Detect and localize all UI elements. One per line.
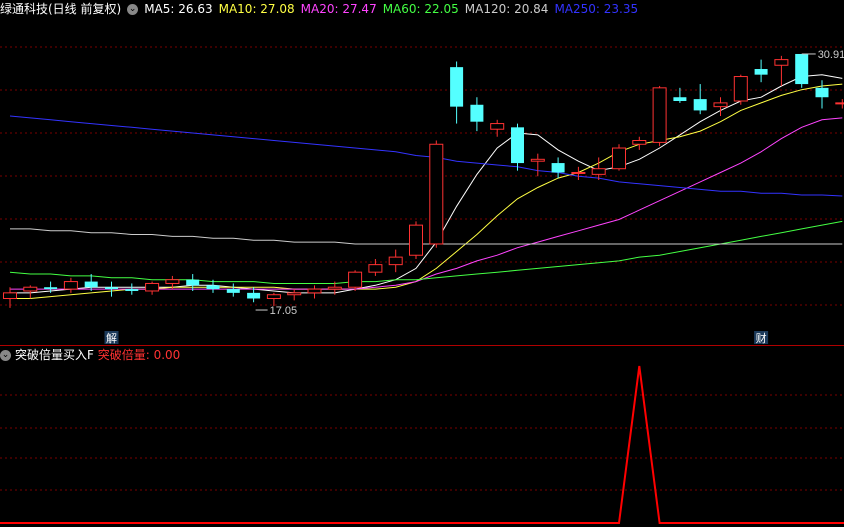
candle-body-up xyxy=(571,171,586,174)
settings-toggle-icon[interactable]: ⌄ xyxy=(127,4,139,15)
ma-legend-1: MA10: 27.08 xyxy=(218,2,295,16)
candle-body-up xyxy=(145,282,160,292)
candle-body-up xyxy=(348,271,363,288)
stock-title: 绿通科技(日线 前复权) xyxy=(0,2,122,16)
ma-legend: MA5: 26.63 MA10: 27.08 MA20: 27.47 MA60: 22… xyxy=(144,2,644,16)
candle-body-down xyxy=(84,281,98,288)
candle-body-down xyxy=(247,292,261,299)
candle-body-up xyxy=(307,288,322,294)
ma-legend-0: MA5: 26.63 xyxy=(144,2,213,16)
candle-body-up xyxy=(733,76,748,102)
main-chart-header: 绿通科技(日线 前复权) ⌄ MA5: 26.63 MA10: 27.08 MA20: … xyxy=(0,0,650,18)
candle-body-up xyxy=(23,286,38,292)
indicator-value: 突破倍量: 0.00 xyxy=(97,348,181,362)
low-price-label: 17.05 xyxy=(270,305,298,317)
ma-line-ma250 xyxy=(9,115,843,197)
candle-body-down xyxy=(44,287,58,290)
candle-body-up xyxy=(632,140,647,145)
candle-body-up xyxy=(165,279,180,284)
signal-line xyxy=(0,365,844,524)
candle-body-down xyxy=(105,287,118,290)
candle-body-down xyxy=(511,127,524,164)
candle-body-up xyxy=(713,102,728,108)
indicator-name: 突破倍量买入F xyxy=(15,348,94,362)
indicator-toggle-icon[interactable]: ⌄ xyxy=(0,350,11,361)
candle-body-down xyxy=(754,69,768,75)
ma-line-ma20 xyxy=(10,117,843,290)
candle-body-up xyxy=(490,123,505,130)
ma-legend-4: MA120: 20.84 xyxy=(464,2,549,16)
ma-legend-5: MA250: 23.35 xyxy=(554,2,639,16)
candle-body-down xyxy=(125,289,139,291)
candle-body-down xyxy=(815,87,829,98)
high-price-label: 30.91 xyxy=(818,49,844,61)
candle-body-up xyxy=(388,256,403,266)
candle-body-up xyxy=(612,147,626,170)
ma-legend-3: MA60: 22.05 xyxy=(382,2,459,16)
candle-body-up xyxy=(835,102,844,105)
event-tag-cai: 财 xyxy=(756,331,767,345)
candle-body-up xyxy=(63,281,78,290)
candle-body-up xyxy=(429,143,444,245)
candle-body-up xyxy=(3,292,17,300)
candle-body-up xyxy=(266,294,281,300)
candle-body-up xyxy=(530,158,545,162)
indicator-header: ⌄ 突破倍量买入F 突破倍量: 0.00 xyxy=(0,346,180,364)
event-tag-jie: 解 xyxy=(106,331,117,345)
candle-body-down xyxy=(673,97,687,101)
candle-body-up xyxy=(409,224,423,256)
candle-body-up xyxy=(287,292,302,296)
candle-body-up xyxy=(368,264,383,273)
candle-body-down xyxy=(450,67,464,107)
ma-legend-2: MA20: 27.47 xyxy=(300,2,377,16)
ma-line-ma5 xyxy=(10,74,843,294)
candle-body-down xyxy=(693,99,707,111)
candle-body-up xyxy=(327,286,342,290)
candle-body-down xyxy=(186,279,200,286)
candle-body-up xyxy=(652,87,667,143)
ma-line-ma120 xyxy=(10,228,843,245)
chart-canvas: 17.05 30.91 解 财 xyxy=(0,46,844,524)
candle-body-down xyxy=(470,104,484,122)
ma-line-ma60 xyxy=(9,220,843,284)
candle-body-down xyxy=(226,289,240,293)
candle-body-down xyxy=(206,285,220,290)
candle-body-up xyxy=(591,168,606,175)
candle-body-up xyxy=(774,59,789,66)
candle-body-down xyxy=(551,163,565,173)
candle-body-down xyxy=(795,53,809,85)
